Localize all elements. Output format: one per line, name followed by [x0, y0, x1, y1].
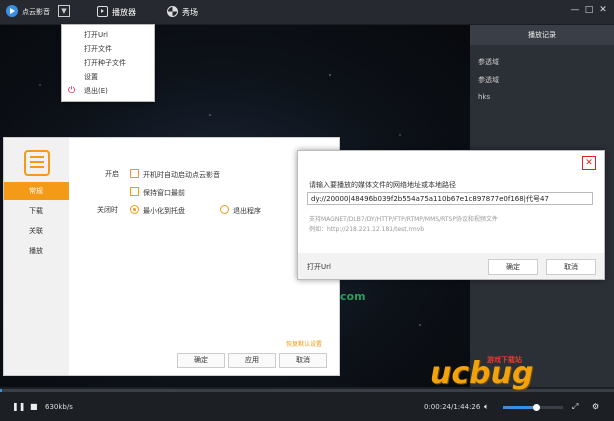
dialog-close-icon[interactable]: ✕	[582, 156, 596, 170]
window-controls: — □ ✕	[568, 5, 610, 15]
dialog-title: 打开Url	[307, 263, 331, 271]
exit-radio[interactable]: 退出程序	[220, 205, 261, 216]
settings-nav-download[interactable]: 下载	[4, 202, 69, 220]
tab-player-label: 播放器	[112, 8, 136, 17]
app-menu-caret-icon[interactable]: ▼	[58, 5, 70, 17]
checkbox-icon	[130, 187, 139, 196]
minimize-icon[interactable]: —	[568, 5, 582, 15]
volume-icon[interactable]: 🔈︎	[484, 402, 489, 412]
player-control-bar: ❚❚ ■ 630kb/s 0:00:24/1:44:26 🔈︎ ⤢ ⚙︎	[0, 387, 614, 421]
tab-square-label: 秀场	[182, 8, 198, 17]
video-watermark: com	[340, 290, 366, 303]
dialog-footer: 打开Url 确定 取消	[298, 253, 604, 279]
history-item[interactable]: 参透域	[470, 71, 614, 89]
restore-default-link[interactable]: 恢复默认设置	[286, 339, 322, 348]
autostart-checkbox[interactable]: 开机时自动启动点云影音	[130, 169, 220, 180]
settings-sidebar: 常规 下载 关联 播放	[4, 138, 69, 375]
minimize-radio[interactable]: 最小化到托盘	[130, 205, 185, 216]
settings-ok-button[interactable]: 确定	[177, 353, 225, 368]
exit-label: 退出程序	[233, 207, 261, 215]
history-item[interactable]: hks	[470, 89, 614, 105]
minimize-label: 最小化到托盘	[143, 207, 185, 215]
menu-item-exit[interactable]: ⏻ 退出(E)	[62, 84, 154, 98]
site-watermark-subtitle: 游戏下载站	[487, 356, 522, 364]
dialog-prompt: 请输入要播放的媒体文件的网络地址或本地路径	[309, 181, 456, 189]
support-example: 例如：http://218.221.12.181/test.rmvb	[309, 226, 425, 233]
tab-player[interactable]: 播放器	[97, 6, 136, 18]
settings-nav-general[interactable]: 常规	[4, 182, 69, 200]
globe-icon	[167, 6, 178, 17]
app-menu: 打开Url 打开文件 打开种子文件 设置 ⏻ 退出(E)	[61, 24, 155, 102]
dialog-support-text: 支持MAGNET/DLB7/DY/HTTP/FTP/RTMP/MMS/RTSP协…	[309, 215, 498, 235]
settings-apply-button[interactable]: 应用	[228, 353, 276, 368]
menu-item-exit-label: 退出(E)	[84, 87, 108, 95]
volume-knob[interactable]	[533, 404, 540, 411]
progress-fill	[0, 389, 3, 392]
dialog-ok-button[interactable]: 确定	[488, 259, 538, 275]
title-bar: 点云影音 ▼ 播放器 秀场 — □ ✕	[0, 0, 614, 25]
stop-icon[interactable]: ■	[30, 402, 38, 411]
playback-time: 0:00:24/1:44:26	[424, 403, 481, 411]
autostart-label: 开机时自动启动点云影音	[143, 171, 220, 179]
maximize-icon[interactable]: □	[582, 5, 596, 15]
checkbox-icon	[130, 169, 139, 178]
history-title: 播放记录	[470, 25, 614, 45]
support-protocols: 支持MAGNET/DLB7/DY/HTTP/FTP/RTMP/MMS/RTSP协…	[309, 216, 498, 223]
ontop-checkbox[interactable]: 保持窗口最前	[130, 187, 185, 198]
tab-square[interactable]: 秀场	[167, 6, 198, 18]
fullscreen-icon[interactable]: ⤢	[572, 402, 578, 412]
open-url-dialog: ✕ 请输入要播放的媒体文件的网络地址或本地路径 dy://20000|48496…	[297, 150, 605, 280]
settings-nav-playback[interactable]: 播放	[4, 242, 69, 260]
startup-label: 开启	[105, 170, 119, 178]
app-name[interactable]: 点云影音	[22, 7, 50, 17]
url-input[interactable]: dy://20000|48496b039f2b554a75a110b67e1c8…	[307, 192, 593, 205]
radio-icon	[220, 205, 229, 214]
settings-gear-icon[interactable]: ⚙︎	[592, 402, 599, 411]
settings-cancel-button[interactable]: 取消	[279, 353, 327, 368]
close-label: 关闭时	[97, 206, 118, 214]
app-logo-icon[interactable]	[6, 5, 18, 17]
history-item[interactable]: 参透域	[470, 53, 614, 71]
volume-slider[interactable]	[503, 404, 563, 411]
menu-item-open-torrent[interactable]: 打开种子文件	[62, 56, 154, 70]
power-icon: ⏻	[68, 86, 76, 96]
ontop-label: 保持窗口最前	[143, 189, 185, 197]
settings-sliders-icon	[24, 150, 50, 176]
menu-item-open-url[interactable]: 打开Url	[62, 28, 154, 42]
menu-item-open-file[interactable]: 打开文件	[62, 42, 154, 56]
close-window-icon[interactable]: ✕	[596, 5, 610, 15]
play-icon	[97, 6, 108, 17]
volume-fill	[503, 406, 536, 409]
settings-nav-association[interactable]: 关联	[4, 222, 69, 240]
radio-selected-icon	[130, 205, 139, 214]
pause-icon[interactable]: ❚❚	[12, 402, 25, 411]
download-speed: 630kb/s	[45, 403, 73, 411]
dialog-cancel-button[interactable]: 取消	[546, 259, 596, 275]
menu-item-settings[interactable]: 设置	[62, 70, 154, 84]
settings-panel: 常规 下载 关联 播放 开启 开机时自动启动点云影音 保持窗口最前 关闭时 最小…	[3, 137, 340, 376]
